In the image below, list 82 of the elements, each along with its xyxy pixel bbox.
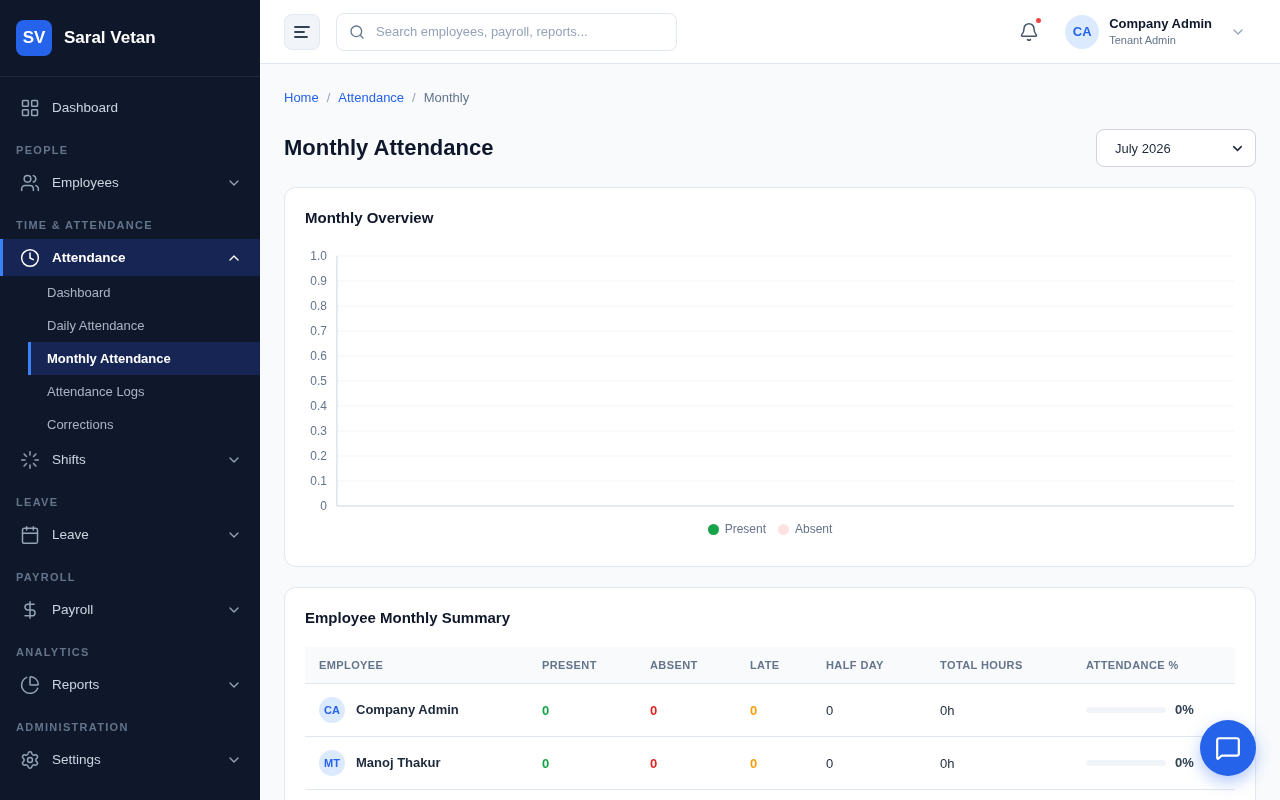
- breadcrumb-separator: /: [326, 90, 331, 106]
- attendance-percent: 0%: [1175, 755, 1194, 770]
- nav-subitem[interactable]: Daily Attendance: [28, 309, 260, 342]
- axis-label: 0: [320, 499, 327, 513]
- employee-name: Company Admin: [356, 702, 459, 717]
- column-header: ABSENT: [636, 647, 736, 683]
- card-title: Monthly Overview: [305, 209, 435, 227]
- column-header: EMPLOYEE: [305, 647, 528, 683]
- axis-label: 0.4: [310, 399, 327, 413]
- nav-item[interactable]: Employees: [0, 164, 260, 201]
- nav-subitem[interactable]: Corrections: [28, 408, 260, 441]
- employee-name: Manoj Thakur: [356, 755, 441, 770]
- axis-label: 0.7: [310, 324, 327, 338]
- nav-subitem[interactable]: Dashboard: [28, 276, 260, 309]
- section-label: ANALYTICS: [15, 646, 91, 658]
- axis-label: 1.0: [310, 249, 327, 263]
- brand-logo: SV: [16, 20, 52, 56]
- chat-icon: [1215, 735, 1241, 761]
- card-title: Employee Monthly Summary: [305, 609, 512, 627]
- grid-icon: [20, 97, 40, 118]
- column-header: HALF DAY: [812, 647, 926, 683]
- section-label: LEAVE: [15, 496, 60, 508]
- axis-label: 0.5: [310, 374, 327, 388]
- section-label: TIME & ATTENDANCE: [15, 219, 154, 231]
- nav-item[interactable]: Dashboard: [0, 89, 260, 126]
- late-count: 0: [750, 755, 758, 771]
- nav-item[interactable]: Settings: [0, 741, 260, 778]
- user-avatar[interactable]: CA: [1065, 14, 1100, 49]
- loader-icon: [20, 449, 40, 470]
- axis-label: 0.6: [310, 349, 327, 363]
- column-header: ATTENDANCE %: [1072, 647, 1235, 683]
- menu-icon: [294, 25, 310, 38]
- nav-subitem[interactable]: Monthly Attendance: [28, 342, 260, 375]
- bell-icon: [1019, 21, 1040, 42]
- employee-avatar: CA: [319, 696, 345, 723]
- breadcrumb-current: Monthly: [423, 90, 470, 106]
- breadcrumb-link[interactable]: Home: [284, 90, 319, 106]
- calendar-icon: [20, 524, 40, 545]
- settings-icon: [20, 749, 40, 770]
- absent-count: 0: [650, 755, 658, 771]
- search-field[interactable]: Search employees, payroll, reports...: [336, 12, 677, 51]
- half-day-count: 0: [826, 702, 834, 718]
- late-count: 0: [750, 702, 758, 718]
- user-name: Company Admin: [1109, 16, 1212, 31]
- legend-label: Present: [724, 522, 766, 536]
- nav-item[interactable]: Leave: [0, 516, 260, 553]
- breadcrumb-separator: /: [412, 90, 416, 106]
- axis-label: 0.2: [310, 449, 327, 463]
- legend-label: Absent: [795, 522, 833, 536]
- axis-label: 0.3: [310, 424, 327, 438]
- column-header: PRESENT: [528, 647, 636, 683]
- page-title: Monthly Attendance: [284, 135, 494, 161]
- breadcrumb-link[interactable]: Attendance: [338, 90, 405, 106]
- people-icon: [20, 172, 40, 193]
- column-header: LATE: [736, 647, 812, 683]
- half-day-count: 0: [826, 755, 834, 771]
- nav-item[interactable]: Attendance: [0, 239, 260, 276]
- pie-chart-icon: [20, 674, 40, 695]
- nav-item[interactable]: Payroll: [0, 591, 260, 628]
- brand-name: Saral Vetan: [64, 28, 156, 48]
- present-count: 0: [542, 755, 550, 771]
- section-label: PEOPLE: [15, 144, 70, 156]
- attendance-percent: 0%: [1175, 702, 1194, 717]
- nav-subitem[interactable]: Attendance Logs: [28, 375, 260, 408]
- clock-icon: [20, 247, 40, 268]
- user-role: Tenant Admin: [1109, 34, 1177, 47]
- absent-count: 0: [650, 702, 658, 718]
- axis-label: 0.9: [310, 274, 327, 288]
- section-label: ADMINISTRATION: [15, 721, 130, 733]
- menu-button[interactable]: [284, 13, 320, 50]
- total-hours: 0h: [940, 702, 955, 718]
- nav-item[interactable]: Reports: [0, 666, 260, 703]
- column-header: TOTAL HOURS: [926, 647, 1072, 683]
- axis-label: 0.8: [310, 299, 327, 313]
- nav-item[interactable]: Shifts: [0, 441, 260, 478]
- present-count: 0: [542, 702, 550, 718]
- section-label: PAYROLL: [15, 571, 77, 583]
- search-icon: [349, 23, 365, 40]
- axis-label: 0.1: [310, 474, 327, 488]
- month-select[interactable]: July 2026: [1096, 129, 1256, 167]
- employee-avatar: MT: [319, 749, 345, 776]
- total-hours: 0h: [940, 755, 955, 771]
